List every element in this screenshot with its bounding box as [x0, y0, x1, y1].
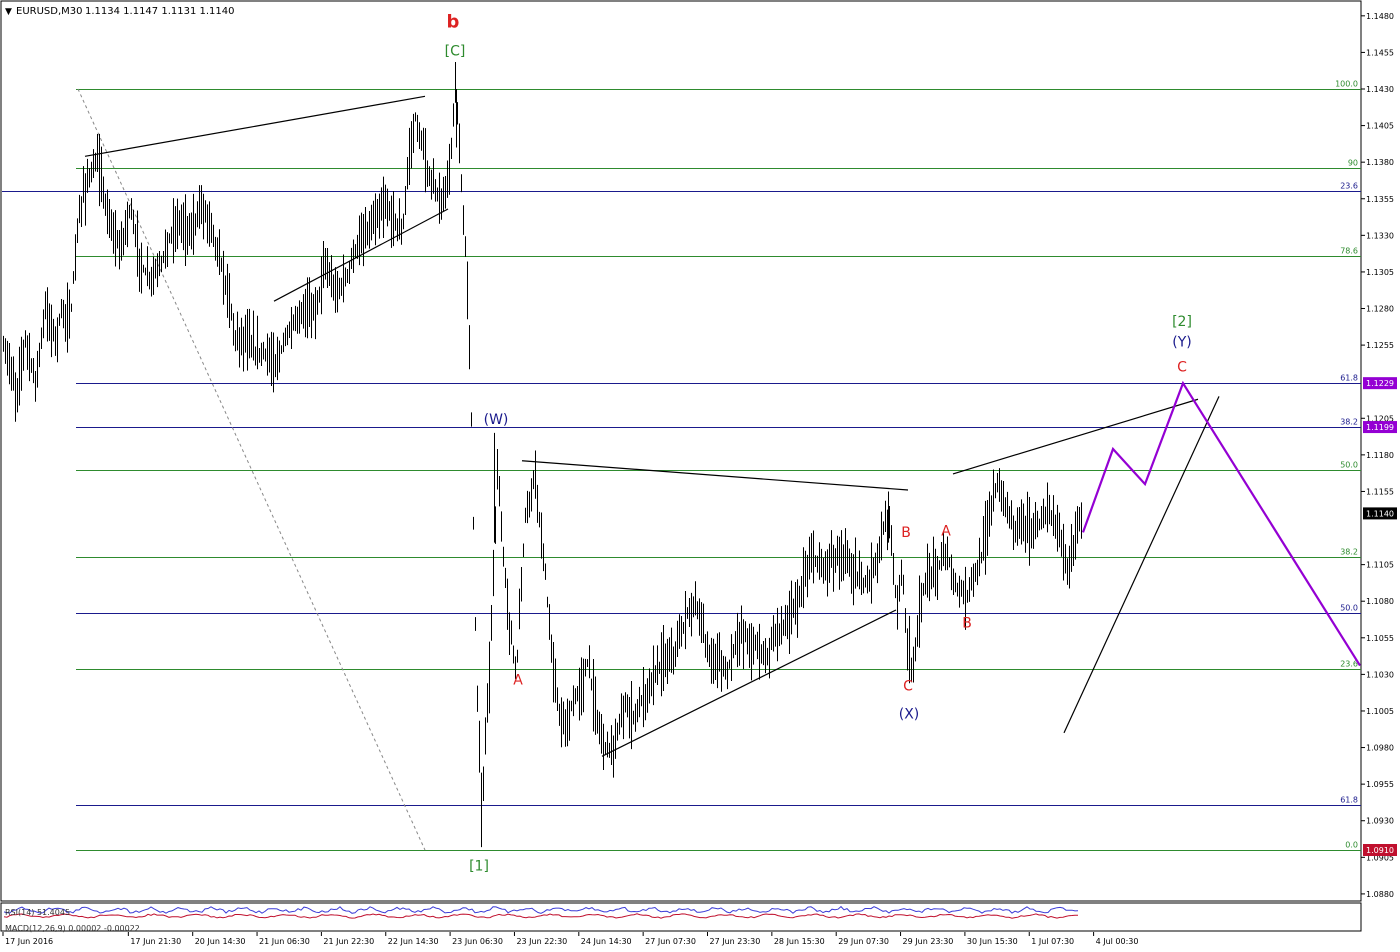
fib-label-9: 23.6: [1340, 660, 1358, 669]
y-tick-label-16: 1.1030: [1366, 670, 1394, 679]
wave-label-11: (Y): [1172, 335, 1191, 351]
x-tick-label-6: 23 Jun 06:30: [452, 937, 503, 946]
wave-label-8: A: [941, 523, 951, 539]
x-tick-label-1: 17 Jun 21:30: [130, 937, 181, 946]
chart-canvas: 100.0 90 23.6 78.6 61.8 38.2 50.0 38.2 50.0 23.6 6…: [0, 0, 1400, 952]
collapse-arrow-icon[interactable]: ▼: [5, 7, 12, 17]
x-tick-label-4: 21 Jun 22:30: [323, 937, 374, 946]
fib-label-6: 50.0: [1340, 461, 1358, 470]
y-tick-label-12: 1.1155: [1366, 487, 1394, 496]
price-tag-3: 1.0910: [1366, 846, 1394, 855]
x-tick-label-12: 29 Jun 07:30: [838, 937, 889, 946]
y-tick-label-8: 1.1280: [1366, 305, 1394, 314]
wave-label-6: C: [903, 678, 913, 694]
x-tick-label-0: 17 Jun 2016: [5, 937, 53, 946]
price-tag-1: 1.1199: [1366, 423, 1394, 432]
y-tick-label-1: 1.1455: [1366, 48, 1394, 57]
fib-label-10: 61.8: [1340, 796, 1358, 805]
y-tick-label-13: 1.1105: [1366, 561, 1394, 570]
y-tick-label-11: 1.1180: [1366, 451, 1394, 460]
x-tick-label-14: 30 Jun 15:30: [967, 937, 1018, 946]
y-tick-label-9: 1.1255: [1366, 341, 1394, 350]
x-tick-label-2: 20 Jun 14:30: [195, 937, 246, 946]
y-tick-label-4: 1.1380: [1366, 158, 1394, 167]
y-tick-label-17: 1.1005: [1366, 707, 1394, 716]
wave-label-4: A: [513, 673, 523, 689]
fib-label-5: 38.2: [1340, 418, 1358, 427]
fib-label-8: 50.0: [1340, 604, 1358, 613]
fib-label-1: 90: [1348, 159, 1358, 168]
y-tick-label-19: 1.0955: [1366, 780, 1394, 789]
fib-label-3: 78.6: [1340, 247, 1358, 256]
y-tick-label-14: 1.1080: [1366, 597, 1394, 606]
y-tick-label-5: 1.1355: [1366, 195, 1394, 204]
wave-label-9: B: [962, 616, 972, 632]
ohlc-label: 1.1134 1.1147 1.1131 1.1140: [85, 6, 235, 17]
fib-label-7: 38.2: [1340, 548, 1358, 557]
x-tick-label-16: 4 Jul 00:30: [1096, 937, 1139, 946]
wave-label-7: (X): [899, 706, 920, 722]
symbol-label: EURUSD,M30: [16, 6, 82, 17]
x-tick-label-3: 21 Jun 06:30: [259, 937, 310, 946]
wave-label-12: C: [1177, 359, 1187, 375]
y-tick-label-15: 1.1055: [1366, 634, 1394, 643]
y-tick-label-6: 1.1330: [1366, 231, 1394, 240]
fib-label-2: 23.6: [1340, 182, 1358, 191]
wave-label-2: [1]: [469, 858, 489, 874]
fib-label-0: 100.0: [1335, 80, 1358, 89]
y-tick-label-22: 1.0880: [1366, 890, 1394, 899]
price-tag-0: 1.1229: [1366, 379, 1394, 388]
wave-label-0: b: [447, 12, 460, 33]
fib-label-4: 61.8: [1340, 374, 1358, 383]
y-tick-label-20: 1.0930: [1366, 817, 1394, 826]
wave-label-3: (W): [484, 412, 509, 428]
macd-label: MACD(12,26,9) 0.00002 -0.00022: [5, 924, 140, 933]
x-tick-label-8: 24 Jun 14:30: [581, 937, 632, 946]
y-tick-label-7: 1.1305: [1366, 268, 1394, 277]
x-tick-label-9: 27 Jun 07:30: [645, 937, 696, 946]
rsi-label: RSI(14) 51.4045: [5, 908, 70, 917]
x-tick-label-11: 28 Jun 15:30: [774, 937, 825, 946]
x-tick-label-13: 29 Jun 23:30: [903, 937, 954, 946]
price-tag-2: 1.1140: [1366, 509, 1394, 518]
wave-label-1: [C]: [445, 43, 466, 59]
y-tick-label-3: 1.1405: [1366, 122, 1394, 131]
x-tick-label-15: 1 Jul 07:30: [1031, 937, 1074, 946]
y-tick-label-0: 1.1480: [1366, 12, 1394, 21]
x-tick-label-5: 22 Jun 14:30: [388, 937, 439, 946]
fib-label-11: 0.0: [1345, 841, 1358, 850]
wave-label-10: [2]: [1172, 314, 1192, 330]
y-tick-label-18: 1.0980: [1366, 744, 1394, 753]
y-tick-label-2: 1.1430: [1366, 85, 1394, 94]
x-tick-label-10: 27 Jun 23:30: [710, 937, 761, 946]
x-tick-label-7: 23 Jun 22:30: [516, 937, 567, 946]
wave-label-5: B: [901, 525, 911, 541]
